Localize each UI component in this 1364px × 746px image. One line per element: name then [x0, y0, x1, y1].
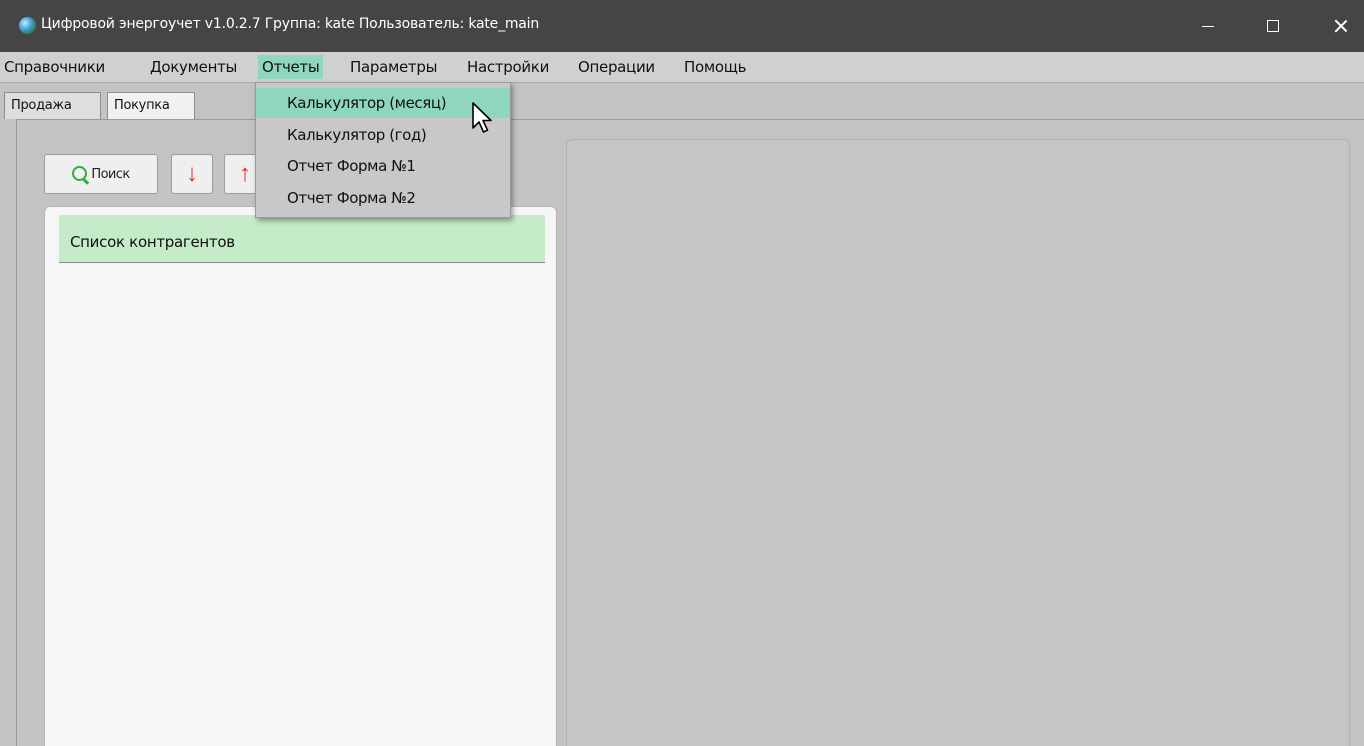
menu-parameters[interactable]: Параметры — [346, 55, 441, 79]
menu-bar: Справочники Документы Отчеты Параметры Н… — [0, 52, 1364, 83]
arrow-up-icon: ↑ — [239, 160, 251, 187]
menu-reports[interactable]: Отчеты — [258, 55, 324, 79]
menu-documents[interactable]: Документы — [146, 55, 241, 79]
maximize-button[interactable] — [1250, 0, 1296, 52]
menu-operations[interactable]: Операции — [574, 55, 659, 79]
close-button[interactable] — [1318, 0, 1364, 52]
minimize-button[interactable] — [1185, 0, 1231, 52]
window-title: Цифровой энергоучет v1.0.2.7 Группа: kat… — [41, 16, 540, 32]
application-window: Цифровой энергоучет v1.0.2.7 Группа: kat… — [0, 0, 1364, 746]
counterparties-list[interactable]: Список контрагентов — [44, 206, 557, 746]
tab-sale[interactable]: Продажа — [4, 92, 101, 119]
menu-settings[interactable]: Настройки — [463, 55, 553, 79]
menu-help[interactable]: Помощь — [680, 55, 750, 79]
title-bar: Цифровой энергоучет v1.0.2.7 Группа: kat… — [0, 0, 1364, 52]
minimize-icon — [1202, 25, 1214, 27]
globe-icon — [19, 17, 36, 34]
search-button[interactable]: Поиск — [44, 154, 158, 194]
menu-item-report-form-2[interactable]: Отчет Форма №2 — [256, 183, 510, 213]
maximize-icon — [1267, 20, 1279, 32]
search-button-label: Поиск — [91, 166, 130, 182]
search-icon — [72, 166, 88, 182]
list-header: Список контрагентов — [59, 215, 545, 263]
close-icon — [1334, 19, 1348, 33]
details-panel — [566, 139, 1350, 746]
mouse-cursor-icon — [472, 102, 492, 133]
arrow-down-icon: ↓ — [186, 160, 198, 187]
tab-purchase[interactable]: Покупка — [107, 92, 195, 119]
menu-item-report-form-1[interactable]: Отчет Форма №1 — [256, 151, 510, 181]
menu-directories[interactable]: Справочники — [0, 55, 109, 79]
move-down-button[interactable]: ↓ — [171, 154, 213, 194]
